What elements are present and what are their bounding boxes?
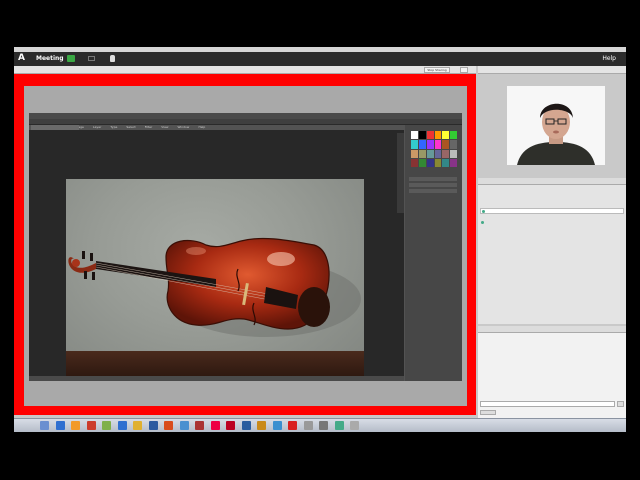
webcam-feed <box>507 86 605 165</box>
taskbar-app-icon[interactable] <box>195 421 204 430</box>
adobe-connect-window: A Meeting Help Stop Sharing Ps File Edit… <box>14 47 626 432</box>
taskbar-app-icon[interactable] <box>257 421 266 430</box>
taskbar-app-icon[interactable] <box>226 421 235 430</box>
taskbar-app-icon[interactable] <box>71 421 80 430</box>
presenter-video <box>507 86 605 165</box>
attendees-pod-header <box>478 178 626 185</box>
pod-menu-icon[interactable] <box>460 67 468 73</box>
top-menu-bar: A Meeting Help <box>14 52 626 66</box>
chat-message-input[interactable] <box>480 401 615 407</box>
photo-floor <box>66 351 364 377</box>
violin-photo <box>66 179 364 377</box>
taskbar-app-icon[interactable] <box>102 421 111 430</box>
attendee-row[interactable] <box>480 220 624 226</box>
status-dot <box>481 221 484 224</box>
right-pods-column <box>478 66 626 432</box>
taskbar-app-icon[interactable] <box>334 421 344 430</box>
share-pod: Ps File Edit Image Layer Type Select Fil… <box>14 74 476 415</box>
taskbar-app-icon[interactable] <box>40 421 49 430</box>
camera-icon[interactable] <box>88 56 95 61</box>
taskbar-app-icon[interactable] <box>288 421 297 430</box>
windows-start-icon[interactable] <box>14 420 32 431</box>
photoshop-window: Ps File Edit Image Layer Type Select Fil… <box>29 113 462 381</box>
camera-voice-pod-header <box>478 66 626 74</box>
taskbar-app-icon[interactable] <box>319 421 328 430</box>
meeting-menu[interactable]: Meeting <box>36 55 64 62</box>
microphone-icon[interactable] <box>67 55 75 62</box>
taskbar-app-icon[interactable] <box>55 421 65 430</box>
photoshop-tools-strip[interactable] <box>397 133 404 213</box>
photoshop-panels[interactable] <box>405 125 462 381</box>
taskbar-app-icon[interactable] <box>210 421 220 430</box>
raise-hand-icon[interactable] <box>110 55 115 62</box>
help-link[interactable]: Help <box>602 55 616 62</box>
taskbar-app-icon[interactable] <box>164 421 173 430</box>
photoshop-options-bar <box>29 119 462 125</box>
chat-everyone-tab[interactable] <box>480 410 496 415</box>
attendee-row[interactable] <box>480 208 624 214</box>
taskbar-app-icon[interactable] <box>86 421 96 430</box>
layer-row[interactable] <box>409 189 457 193</box>
taskbar-app-icon[interactable] <box>350 421 359 430</box>
taskbar-app-icon[interactable] <box>117 421 127 430</box>
canvas-area[interactable] <box>29 130 404 379</box>
taskbar-app-icon[interactable] <box>272 421 282 430</box>
chat-pod <box>478 326 626 432</box>
taskbar-app-icon[interactable] <box>241 421 251 430</box>
chat-pod-header <box>478 326 626 333</box>
chat-send-button[interactable] <box>617 401 624 407</box>
layer-row[interactable] <box>409 183 457 187</box>
adobe-logo: A <box>18 53 25 63</box>
taskbar-app-icon[interactable] <box>303 421 313 430</box>
layer-row[interactable] <box>409 177 457 181</box>
taskbar-app-icon[interactable] <box>179 421 189 430</box>
share-pod-header: Stop Sharing <box>14 66 476 74</box>
taskbar-app-icon[interactable] <box>148 421 158 430</box>
stop-sharing-button[interactable]: Stop Sharing <box>424 67 450 73</box>
shared-screen: Ps File Edit Image Layer Type Select Fil… <box>24 86 467 406</box>
status-dot <box>482 210 485 213</box>
attendees-pod <box>478 178 626 324</box>
photoshop-status-bar <box>29 376 404 381</box>
swatches-panel[interactable] <box>411 131 457 167</box>
violin-image <box>68 237 361 337</box>
taskbar-app-icon[interactable] <box>133 421 142 430</box>
windows-taskbar <box>14 418 626 432</box>
